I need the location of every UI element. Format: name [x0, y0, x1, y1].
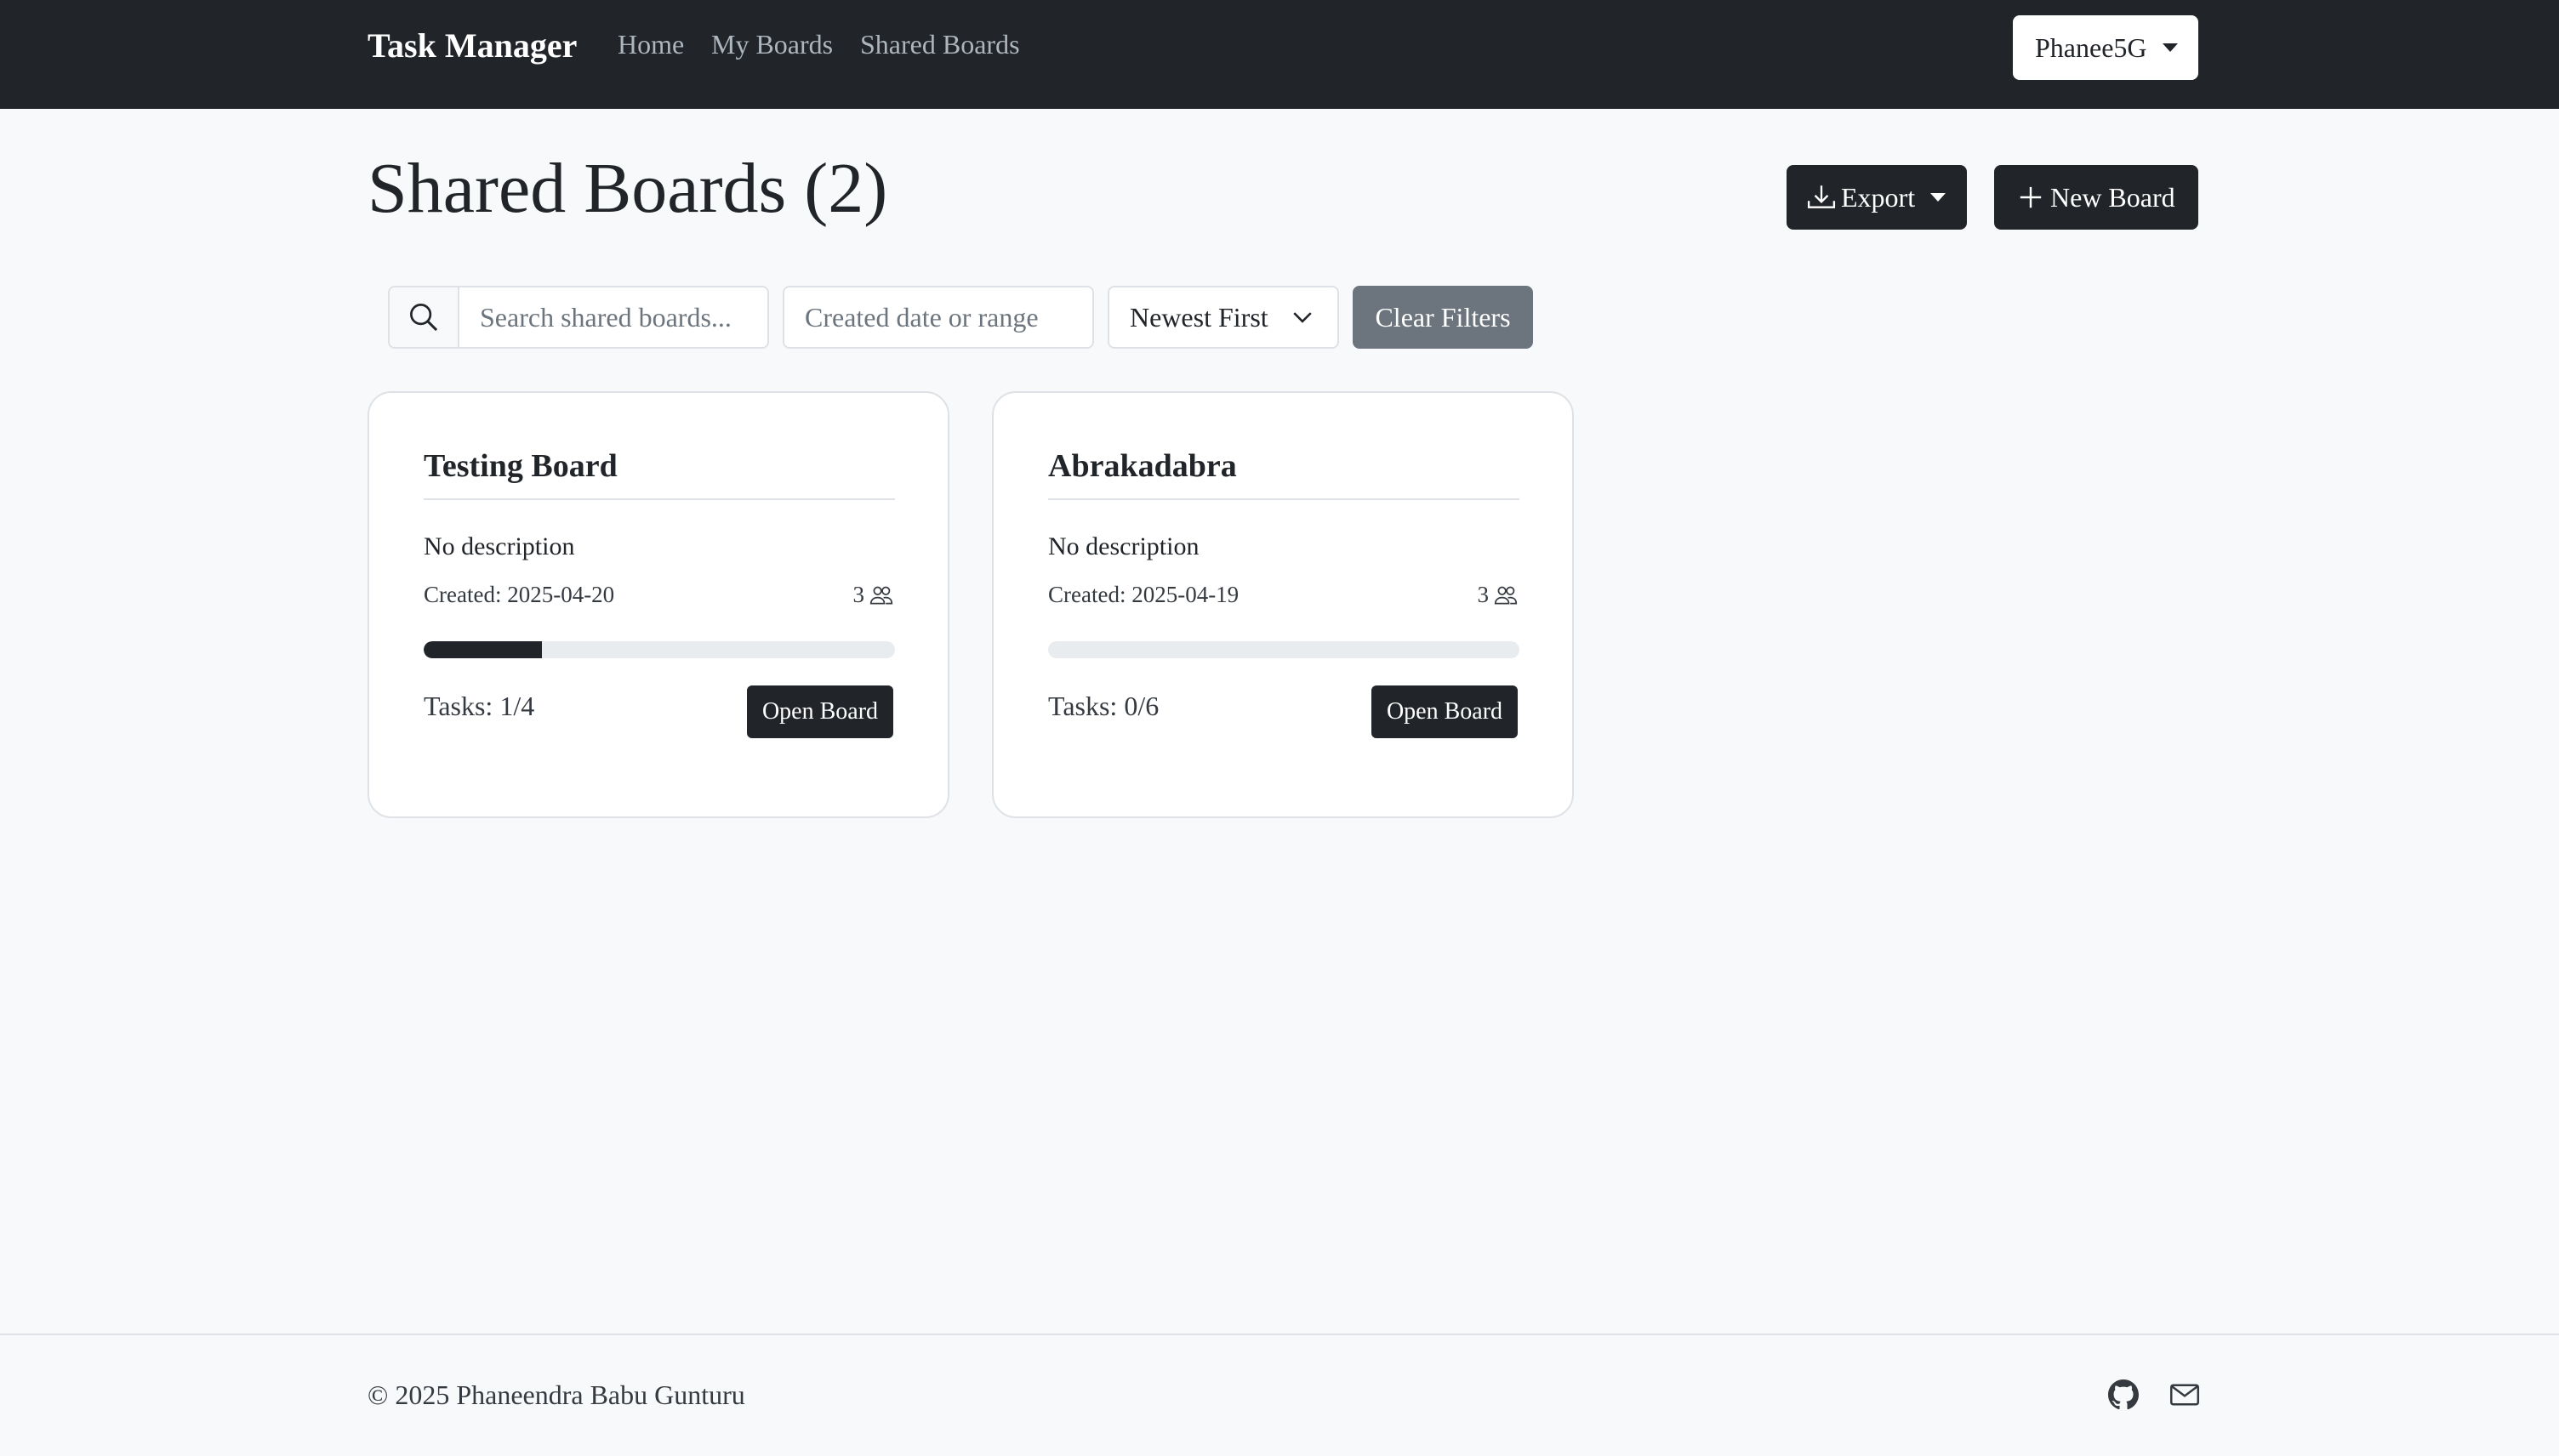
board-members: 3 [1478, 582, 1519, 608]
export-button[interactable]: Export [1787, 165, 1967, 230]
board-title: Abrakadabra [1048, 447, 1519, 500]
page-footer: © 2025 Phaneendra Babu Gunturu [0, 1334, 2559, 1456]
caret-down-icon [2162, 43, 2178, 52]
plus-icon [2020, 186, 2042, 208]
task-progress-fill [424, 641, 542, 658]
envelope-icon[interactable] [2169, 1379, 2200, 1410]
user-menu-button[interactable]: Phanee5G [2013, 15, 2198, 80]
search-addon [388, 286, 459, 349]
export-label: Export [1841, 181, 1916, 213]
people-icon [1494, 586, 1518, 604]
board-task-count: Tasks: 1/4 [424, 691, 535, 721]
nav-link-shared-boards[interactable]: Shared Boards [860, 29, 1020, 60]
user-name: Phanee5G [2035, 31, 2147, 63]
board-description: No description [1048, 532, 1200, 560]
nav-link-home[interactable]: Home [618, 29, 684, 60]
sort-select[interactable]: Newest First [1108, 286, 1339, 349]
search-placeholder: Search shared boards... [480, 301, 732, 333]
caret-down-icon [1930, 193, 1946, 202]
board-description: No description [424, 532, 575, 560]
board-card: Abrakadabra No description Created: 2025… [992, 391, 1574, 818]
date-placeholder: Created date or range [805, 301, 1039, 333]
task-progress-bar [424, 641, 895, 658]
chevron-down-icon [1293, 312, 1312, 323]
brand-logo[interactable]: Task Manager [368, 26, 577, 65]
task-progress-bar [1048, 641, 1519, 658]
top-navbar: Task Manager Home My Boards Shared Board… [0, 0, 2559, 109]
member-count: 3 [852, 582, 865, 607]
search-icon [410, 304, 438, 332]
board-task-count: Tasks: 0/6 [1048, 691, 1160, 721]
clear-filters-button[interactable]: Clear Filters [1353, 286, 1533, 349]
download-icon [1807, 185, 1836, 208]
page-title: Shared Boards (2) [368, 149, 888, 228]
people-icon [869, 586, 893, 604]
new-board-label: New Board [2050, 181, 2175, 213]
sort-value: Newest First [1130, 301, 1268, 333]
board-title: Testing Board [424, 447, 895, 500]
new-board-button[interactable]: New Board [1994, 165, 2198, 230]
open-board-button[interactable]: Open Board [747, 685, 893, 738]
board-members: 3 [853, 582, 894, 608]
search-input[interactable]: Search shared boards... [458, 286, 769, 349]
date-range-input[interactable]: Created date or range [783, 286, 1094, 349]
board-created-date: Created: 2025-04-20 [424, 582, 615, 607]
board-card: Testing Board No description Created: 20… [368, 391, 949, 818]
github-icon[interactable] [2108, 1379, 2139, 1410]
open-board-button[interactable]: Open Board [1371, 685, 1518, 738]
member-count: 3 [1477, 582, 1490, 607]
board-created-date: Created: 2025-04-19 [1048, 582, 1240, 607]
copyright-text: © 2025 Phaneendra Babu Gunturu [368, 1379, 745, 1410]
nav-link-my-boards[interactable]: My Boards [711, 29, 833, 60]
